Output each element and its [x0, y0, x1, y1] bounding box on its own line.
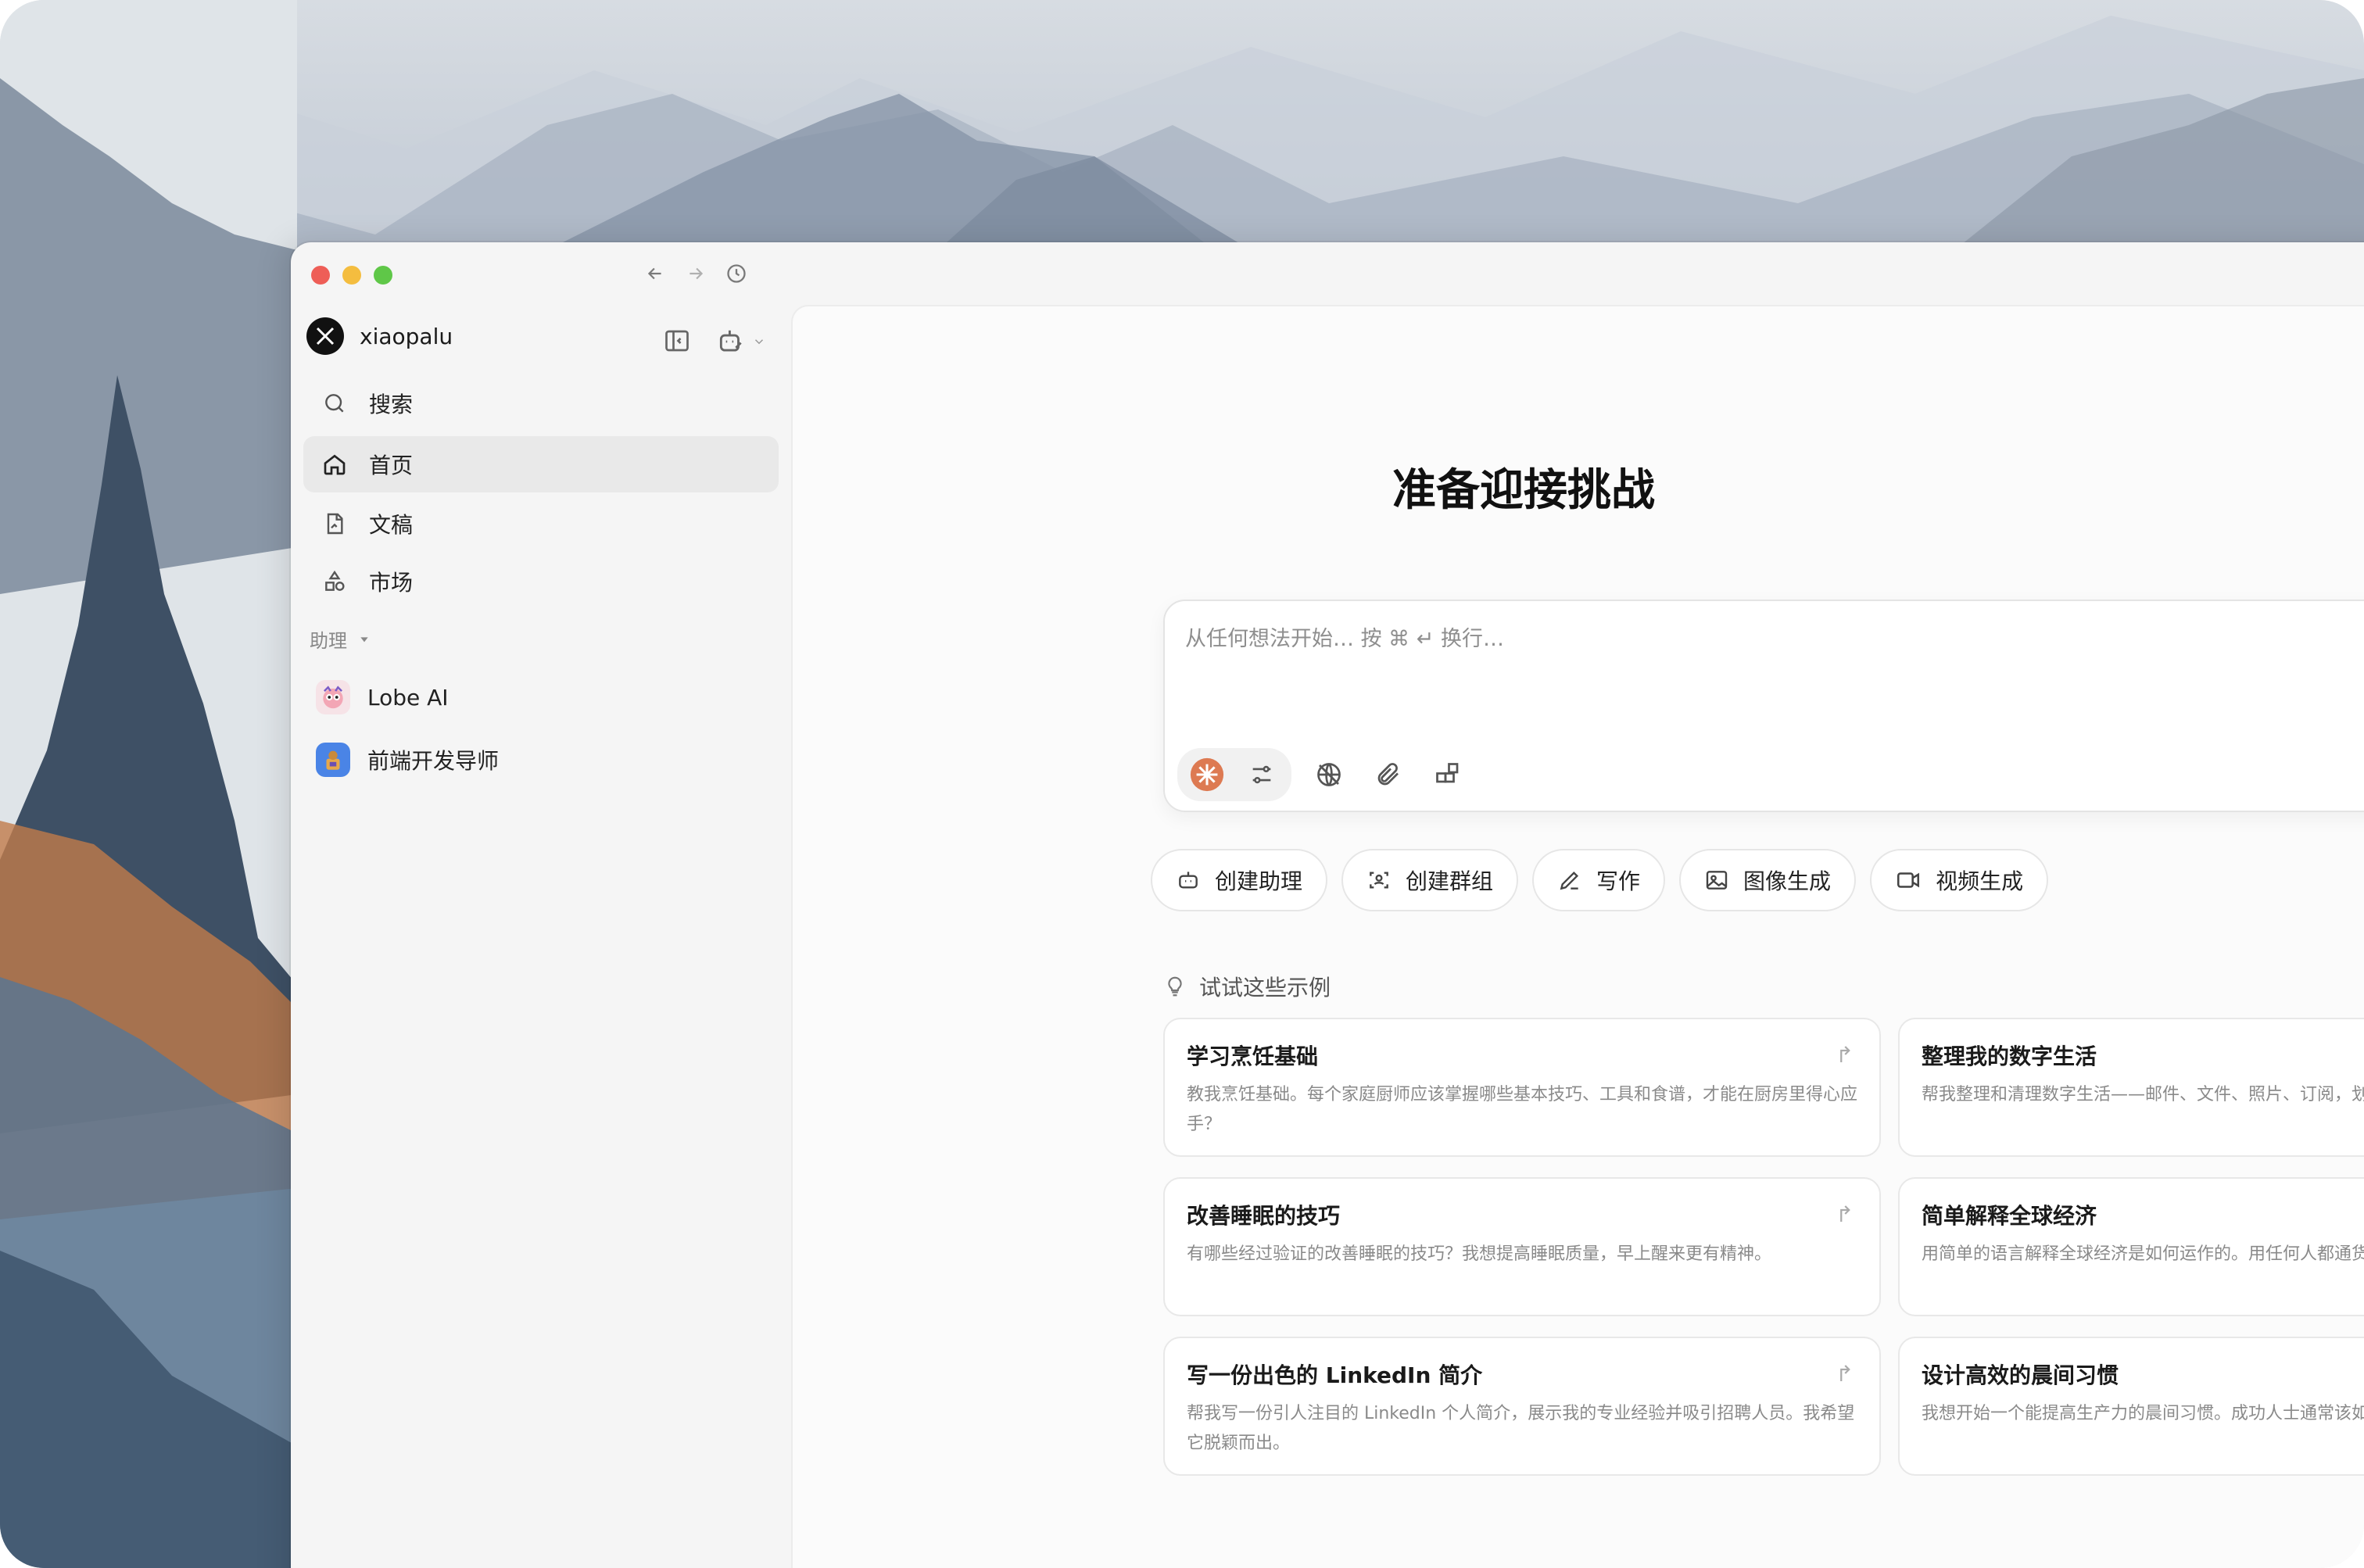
- chat-input[interactable]: 从任何想法开始… 按 ⌘ ↵ 换行…: [1163, 600, 2364, 812]
- example-title: 简单解释全球经济: [1922, 1203, 2097, 1229]
- wallpaper-trees: [0, 0, 297, 1568]
- chip-label: 写作: [1596, 868, 1641, 894]
- example-card[interactable]: 简单解释全球经济 用简单的语言解释全球经济是如何运作的。用任何人都通货膨胀、利率…: [1898, 1177, 2364, 1316]
- sidebar-item-home[interactable]: 首页: [303, 436, 779, 492]
- create-group-chip[interactable]: 创建群组: [1341, 849, 1519, 911]
- settings-sliders-icon[interactable]: [1240, 753, 1284, 797]
- image-generation-chip[interactable]: 图像生成: [1679, 849, 1857, 911]
- example-card[interactable]: 设计高效的晨间习惯 我想开始一个能提高生产力的晨间习惯。成功人士通常该如何安排早…: [1898, 1337, 2364, 1476]
- sidebar-item-market[interactable]: 市场: [303, 553, 779, 610]
- examples-header: 试试这些示例: [1163, 971, 1331, 1002]
- user-avatar: [306, 317, 344, 355]
- navigation-controls: [643, 261, 749, 286]
- arrow-up-right-icon: [1840, 1365, 1850, 1381]
- sidebar-item-label: 搜索: [369, 392, 414, 417]
- sidebar-item-documents[interactable]: 文稿: [303, 496, 779, 552]
- pen-icon: [1560, 871, 1579, 890]
- assistant-label: 前端开发导师: [367, 748, 500, 774]
- page-title: 准备迎接挑战: [1392, 465, 1655, 516]
- sidebar-item-label: 文稿: [369, 512, 414, 538]
- example-description: 帮我写一份引人注目的 LinkedIn 个人简介，展示我的专业经验并吸引招聘人员…: [1187, 1404, 1855, 1453]
- example-card[interactable]: 改善睡眠的技巧 有哪些经过验证的改善睡眠的技巧？我想提高睡眠质量，早上醒来更有精…: [1163, 1177, 1881, 1316]
- video-icon: [1897, 872, 1920, 888]
- lightbulb-icon: [1168, 976, 1182, 997]
- input-placeholder: 从任何想法开始… 按 ⌘ ↵ 换行…: [1185, 627, 1504, 651]
- arrow-up-right-icon: [1840, 1205, 1850, 1222]
- chip-label: 创建群组: [1406, 868, 1494, 894]
- close-window-button[interactable]: [311, 266, 330, 285]
- example-title: 设计高效的晨间习惯: [1922, 1362, 2119, 1388]
- web-search-off-icon[interactable]: [1307, 753, 1351, 797]
- example-description: 用简单的语言解释全球经济是如何运作的。用任何人都通货膨胀、利率和贸易等话题。: [1922, 1244, 2364, 1264]
- example-description: 我想开始一个能提高生产力的晨间习惯。成功人士通常该如何安排早晨的时间？: [1922, 1404, 2364, 1423]
- sidebar-item-label: 首页: [369, 453, 414, 478]
- example-title: 写一份出色的 LinkedIn 简介: [1187, 1362, 1483, 1388]
- desktop: xiaopalu 搜索 首页 文稿 市场 助理 Lobe AI 前端开发导师 准…: [0, 0, 2364, 1568]
- arrow-left-icon[interactable]: [643, 261, 668, 286]
- app-window: xiaopalu 搜索 首页 文稿 市场 助理 Lobe AI 前端开发导师 准…: [291, 242, 2364, 1568]
- new-chat-button[interactable]: [716, 327, 766, 356]
- minimize-window-button[interactable]: [342, 266, 361, 285]
- group-icon: [1370, 872, 1388, 889]
- arrow-right-icon[interactable]: [683, 261, 708, 286]
- image-icon: [1706, 871, 1728, 890]
- create-assistant-chip[interactable]: 创建助理: [1151, 849, 1328, 911]
- lobe-avatar: [316, 680, 350, 714]
- zoom-window-button[interactable]: [374, 266, 392, 285]
- input-toolbar: [1177, 748, 1470, 801]
- section-label: 助理: [310, 630, 347, 652]
- search-icon: [319, 388, 350, 419]
- example-card[interactable]: 整理我的数字生活 帮我整理和清理数字生活——邮件、文件、照片、订阅，划。: [1898, 1018, 2364, 1157]
- robot-icon: [1179, 872, 1198, 889]
- example-description: 教我烹饪基础。每个家庭厨师应该掌握哪些基本技巧、工具和食谱，才能在厨房里得心应手…: [1187, 1085, 1858, 1134]
- example-title: 整理我的数字生活: [1922, 1044, 2097, 1069]
- clock-icon[interactable]: [724, 261, 749, 286]
- example-description: 帮我整理和清理数字生活——邮件、文件、照片、订阅，划。: [1922, 1085, 2364, 1104]
- model-selector[interactable]: [1177, 748, 1291, 801]
- arrow-up-right-icon: [1840, 1046, 1850, 1062]
- mentor-avatar: [316, 743, 350, 777]
- examples-label: 试试这些示例: [1199, 975, 1331, 1001]
- attachment-icon[interactable]: [1366, 753, 1410, 797]
- example-card[interactable]: 学习烹饪基础 教我烹饪基础。每个家庭厨师应该掌握哪些基本技巧、工具和食谱，才能在…: [1163, 1018, 1881, 1157]
- sidebar-toggle-icon[interactable]: [663, 327, 691, 358]
- assistant-item-frontend-mentor[interactable]: 前端开发导师: [303, 732, 779, 788]
- username: xiaopalu: [360, 323, 453, 349]
- window-controls: [311, 266, 392, 285]
- chevron-down-icon: [754, 339, 764, 345]
- chip-label: 创建助理: [1215, 868, 1303, 894]
- video-generation-chip[interactable]: 视频生成: [1870, 849, 2049, 911]
- sidebar-item-label: 市场: [369, 570, 414, 596]
- write-chip[interactable]: 写作: [1532, 849, 1666, 911]
- example-card[interactable]: 写一份出色的 LinkedIn 简介 帮我写一份引人注目的 LinkedIn 个…: [1163, 1337, 1881, 1476]
- caret-down-icon: [360, 636, 368, 642]
- account-switcher[interactable]: xiaopalu: [306, 317, 453, 355]
- home-icon: [319, 449, 350, 480]
- sidebar-item-search[interactable]: 搜索: [303, 375, 779, 431]
- plugins-icon[interactable]: [1426, 753, 1470, 797]
- document-icon: [319, 508, 350, 539]
- assistant-label: Lobe AI: [367, 684, 449, 711]
- market-icon: [319, 566, 350, 597]
- chip-label: 图像生成: [1743, 868, 1832, 894]
- quick-actions: 创建助理 创建群组 写作 图像生成 视频生成: [1151, 849, 2049, 911]
- model-icon[interactable]: [1185, 753, 1229, 797]
- chip-label: 视频生成: [1936, 868, 2024, 894]
- title-bar: [291, 242, 2364, 302]
- assistants-section-toggle[interactable]: 助理: [310, 625, 371, 653]
- robot-edit-icon: [719, 330, 742, 352]
- example-description: 有哪些经过验证的改善睡眠的技巧？我想提高睡眠质量，早上醒来更有精神。: [1187, 1244, 1772, 1264]
- example-title: 改善睡眠的技巧: [1187, 1203, 1341, 1229]
- assistant-item-lobe-ai[interactable]: Lobe AI: [303, 669, 779, 725]
- example-title: 学习烹饪基础: [1187, 1044, 1319, 1069]
